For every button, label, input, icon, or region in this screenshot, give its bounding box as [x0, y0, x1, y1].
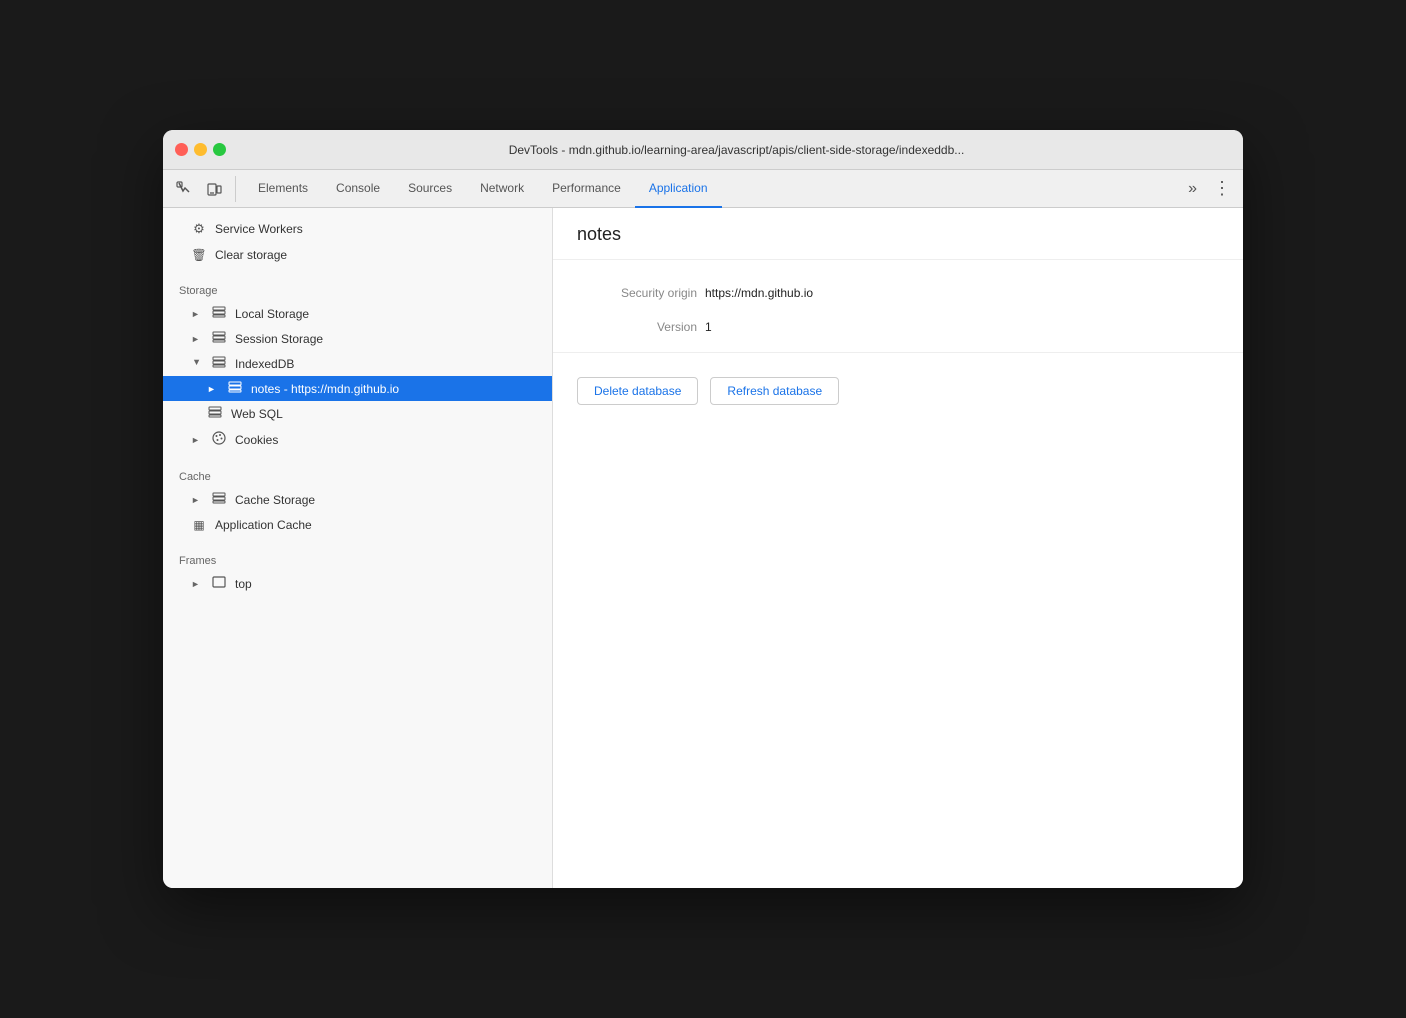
expand-arrow-cookies: ► [191, 435, 203, 445]
version-row: Version 1 [553, 310, 1243, 344]
minimize-button[interactable] [194, 143, 207, 156]
tab-performance[interactable]: Performance [538, 170, 635, 208]
tab-network[interactable]: Network [466, 170, 538, 208]
main-content: Service Workers Clear storage Storage ► … [163, 208, 1243, 888]
expand-arrow-cache-storage: ► [191, 495, 203, 505]
version-label: Version [577, 320, 697, 334]
top-frame-icon [211, 576, 227, 591]
sidebar-item-top-frame[interactable]: ► top [163, 571, 552, 596]
application-cache-icon [191, 517, 207, 532]
sidebar-item-service-workers[interactable]: Service Workers [163, 216, 552, 242]
expand-arrow-local-storage: ► [191, 309, 203, 319]
sidebar-item-notes-db[interactable]: ► notes - https://mdn.github.io [163, 376, 552, 401]
sidebar-item-clear-storage[interactable]: Clear storage [163, 242, 552, 267]
devtools-menu-button[interactable]: ⋮ [1209, 176, 1235, 202]
cache-section-header: Cache [163, 461, 552, 487]
window-title: DevTools - mdn.github.io/learning-area/j… [242, 143, 1231, 157]
panel-title: notes [577, 224, 1219, 245]
gear-icon [191, 221, 207, 237]
notes-db-icon [227, 381, 243, 396]
tab-elements[interactable]: Elements [244, 170, 322, 208]
delete-database-button[interactable]: Delete database [577, 377, 698, 405]
right-panel: notes Security origin https://mdn.github… [553, 208, 1243, 888]
sidebar-item-local-storage[interactable]: ► Local Storage [163, 301, 552, 326]
traffic-lights [175, 143, 226, 156]
tab-application[interactable]: Application [635, 170, 722, 208]
cookies-icon [211, 431, 227, 448]
device-toolbar-icon[interactable] [201, 176, 227, 202]
indexeddb-icon [211, 356, 227, 371]
action-buttons: Delete database Refresh database [553, 361, 1243, 421]
security-origin-row: Security origin https://mdn.github.io [553, 276, 1243, 310]
sidebar-item-application-cache[interactable]: Application Cache [163, 512, 552, 537]
title-bar: DevTools - mdn.github.io/learning-area/j… [163, 130, 1243, 170]
version-value: 1 [705, 320, 712, 334]
tab-console[interactable]: Console [322, 170, 394, 208]
sidebar-item-web-sql[interactable]: Web SQL [163, 401, 552, 426]
refresh-database-button[interactable]: Refresh database [710, 377, 839, 405]
web-sql-icon [207, 406, 223, 421]
tab-bar: Elements Console Sources Network Perform… [163, 170, 1243, 208]
local-storage-icon [211, 306, 227, 321]
cache-storage-icon [211, 492, 227, 507]
expand-arrow-top: ► [191, 579, 203, 589]
maximize-button[interactable] [213, 143, 226, 156]
divider [553, 352, 1243, 353]
tab-sources[interactable]: Sources [394, 170, 466, 208]
devtools-icons [171, 176, 236, 202]
inspect-icon[interactable] [171, 176, 197, 202]
frames-section-header: Frames [163, 545, 552, 571]
tab-list: Elements Console Sources Network Perform… [244, 170, 1180, 208]
storage-section-header: Storage [163, 275, 552, 301]
trash-icon [191, 247, 207, 262]
security-origin-label: Security origin [577, 286, 697, 300]
panel-header: notes [553, 208, 1243, 260]
session-storage-icon [211, 331, 227, 346]
expand-arrow-notes-db: ► [207, 384, 219, 394]
security-origin-value: https://mdn.github.io [705, 286, 813, 300]
sidebar-item-cookies[interactable]: ► Cookies [163, 426, 552, 453]
more-tabs-button[interactable]: » [1180, 170, 1205, 208]
sidebar-item-session-storage[interactable]: ► Session Storage [163, 326, 552, 351]
expand-arrow-session-storage: ► [191, 334, 203, 344]
devtools-window: DevTools - mdn.github.io/learning-area/j… [163, 130, 1243, 888]
sidebar-item-cache-storage[interactable]: ► Cache Storage [163, 487, 552, 512]
close-button[interactable] [175, 143, 188, 156]
expand-arrow-indexeddb: ► [192, 358, 202, 370]
sidebar-item-indexeddb[interactable]: ► IndexedDB [163, 351, 552, 376]
sidebar: Service Workers Clear storage Storage ► … [163, 208, 553, 888]
